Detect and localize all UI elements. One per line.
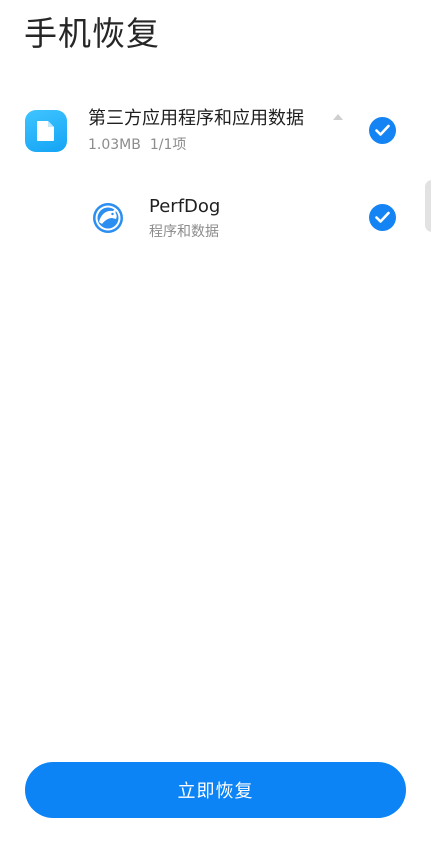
app-data-group-row[interactable]: 第三方应用程序和应用数据 1.03MB 1/1项 xyxy=(0,100,431,162)
perfdog-icon xyxy=(92,202,124,234)
group-size: 1.03MB xyxy=(88,137,141,153)
list-item-perfdog[interactable]: PerfDog 程序和数据 xyxy=(0,188,431,248)
group-checkbox[interactable] xyxy=(369,117,396,144)
checkmark-icon xyxy=(375,211,390,223)
document-icon xyxy=(25,110,67,152)
app-subtitle: 程序和数据 xyxy=(149,224,219,240)
restore-now-button[interactable]: 立即恢复 xyxy=(25,762,406,818)
app-checkbox[interactable] xyxy=(369,204,396,231)
checkmark-icon xyxy=(375,124,390,136)
collapse-caret-icon[interactable] xyxy=(333,114,343,120)
edge-drag-handle[interactable] xyxy=(425,180,431,232)
group-title: 第三方应用程序和应用数据 xyxy=(88,108,304,129)
group-count: 1/1项 xyxy=(149,137,187,153)
page-title: 手机恢复 xyxy=(24,14,160,53)
app-name: PerfDog xyxy=(149,196,221,217)
group-meta: 1.03MB 1/1项 xyxy=(88,135,186,155)
